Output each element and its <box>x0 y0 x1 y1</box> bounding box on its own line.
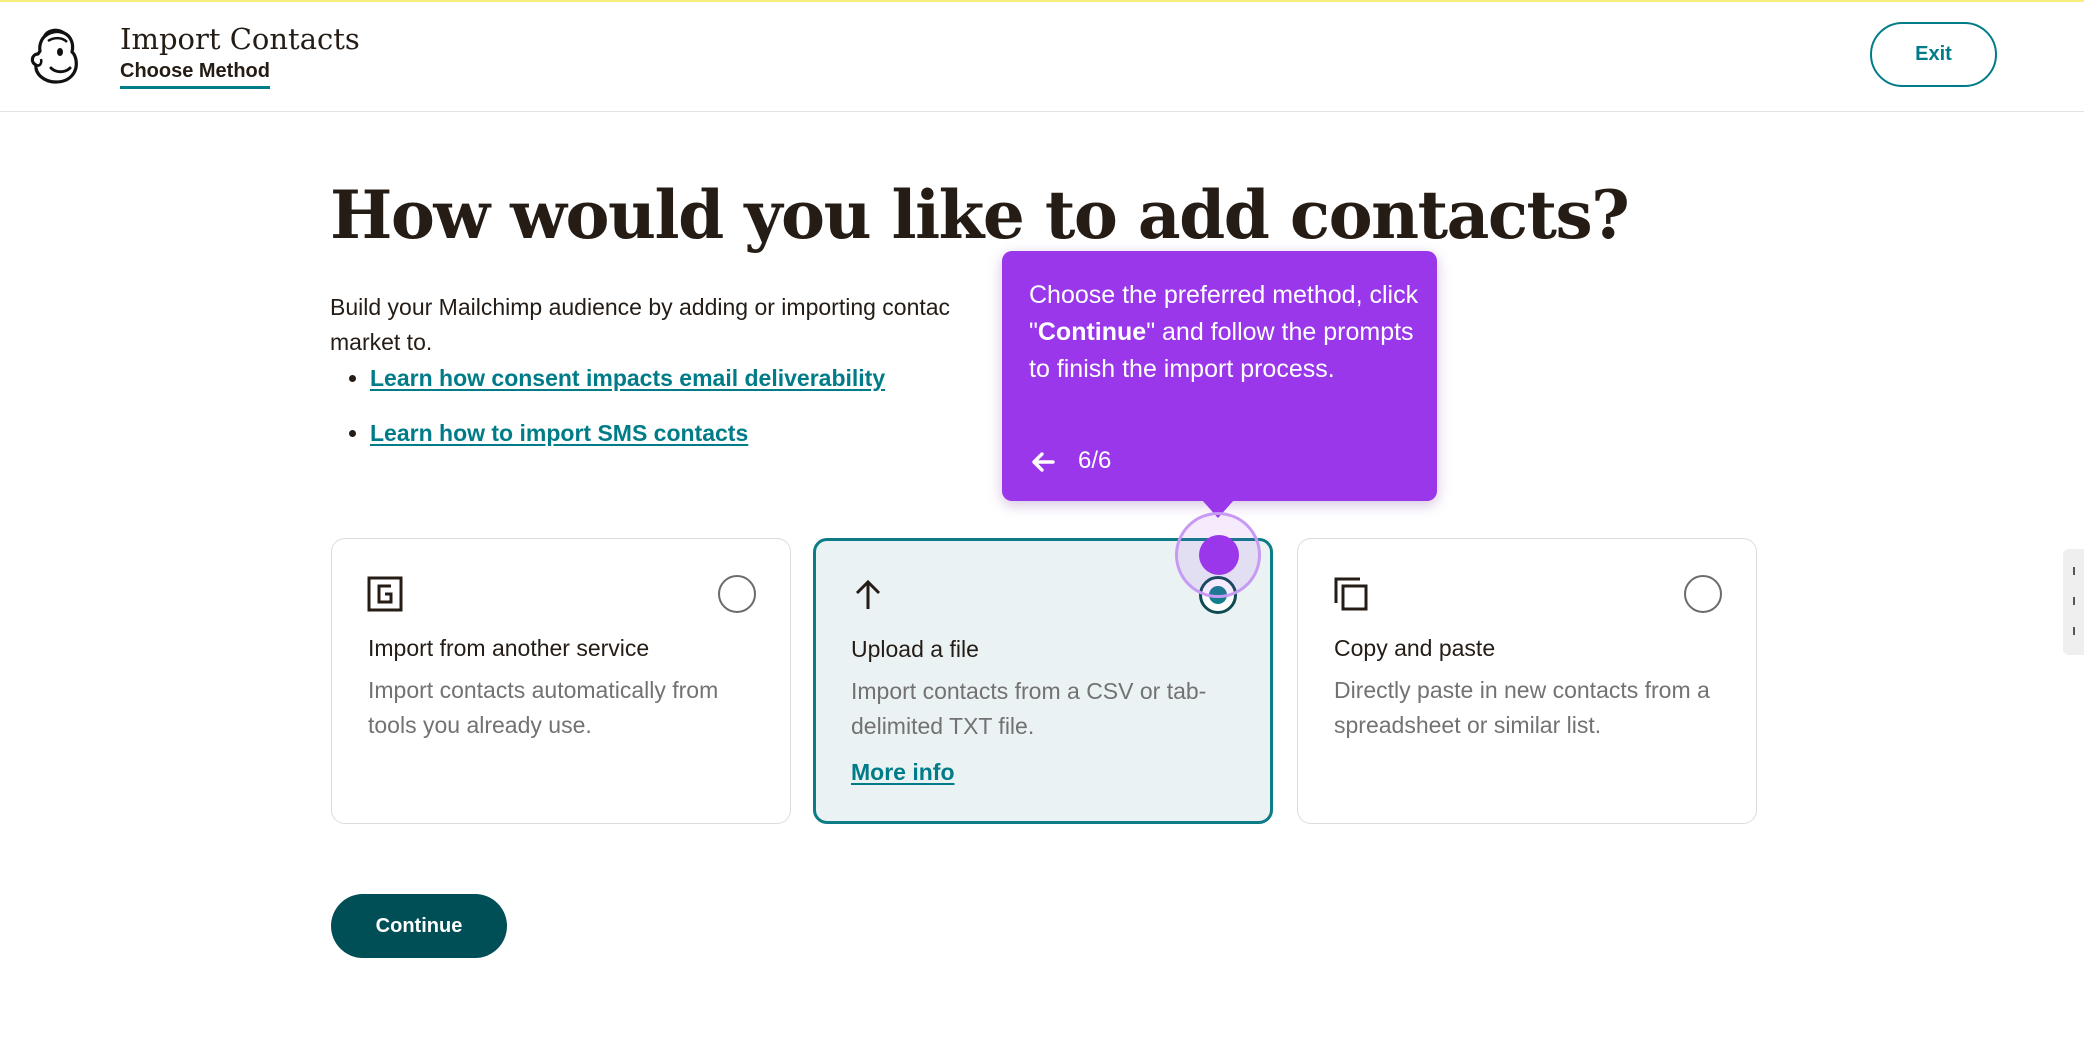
option-title: Copy and paste <box>1334 635 1496 661</box>
page-header: Import Contacts Choose Method Exit <box>0 2 2084 112</box>
header-step-label: Choose Method <box>120 60 270 89</box>
continue-button[interactable]: Continue <box>331 894 507 958</box>
header-title: Import Contacts <box>120 22 360 56</box>
option-title: Import from another service <box>368 635 650 661</box>
option-card-copy-paste[interactable]: Copy and paste Directly paste in new con… <box>1297 538 1757 824</box>
option-card-import-service[interactable]: Import from another service Import conta… <box>331 538 791 824</box>
option-description: Import contacts from a CSV or tab-delimi… <box>851 678 1207 739</box>
guide-beacon-dot[interactable] <box>1199 535 1239 575</box>
guide-tooltip: Choose the preferred method, click "Cont… <box>1002 251 1437 518</box>
exit-button[interactable]: Exit <box>1870 22 1997 87</box>
side-tab-mark <box>2073 567 2075 575</box>
copy-icon <box>1334 577 1368 611</box>
option-radio[interactable] <box>1684 575 1722 613</box>
tooltip-text-bold: Continue <box>1037 318 1147 346</box>
arrow-left-icon[interactable] <box>1028 447 1058 477</box>
option-description: Import contacts automatically from tools… <box>368 677 719 738</box>
side-tab-mark <box>2073 597 2075 605</box>
tooltip-step-counter: 6/6 <box>1078 447 1112 474</box>
help-link-item: Learn how to import SMS contacts <box>370 420 885 447</box>
import-sms-contacts-link[interactable]: Learn how to import SMS contacts <box>370 420 748 446</box>
option-radio[interactable] <box>718 575 756 613</box>
mailchimp-logo-icon[interactable] <box>24 24 86 86</box>
intro-text-line1: Build your Mailchimp audience by adding … <box>330 294 951 320</box>
help-links: Learn how consent impacts email delivera… <box>370 365 885 475</box>
page-title: How would you like to add contacts? <box>330 176 1630 254</box>
import-service-icon <box>367 576 403 612</box>
side-tab-mark <box>2073 627 2075 635</box>
tooltip-text: Choose the preferred method, click "Cont… <box>1029 277 1419 388</box>
consent-deliverability-link[interactable]: Learn how consent impacts email delivera… <box>370 365 885 391</box>
more-info-link[interactable]: More info <box>851 759 955 786</box>
side-feedback-tab[interactable] <box>2063 549 2084 655</box>
intro-text-line2: market to. <box>330 329 433 355</box>
help-link-item: Learn how consent impacts email delivera… <box>370 365 885 392</box>
option-description: Directly paste in new contacts from a sp… <box>1334 677 1710 738</box>
upload-arrow-icon <box>855 579 881 609</box>
option-title: Upload a file <box>851 636 979 662</box>
